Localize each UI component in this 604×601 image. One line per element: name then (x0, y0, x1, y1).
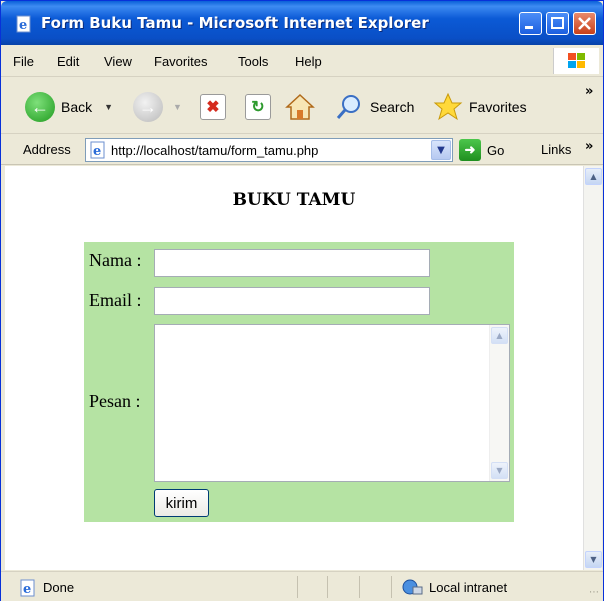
menu-file[interactable]: File (13, 54, 34, 69)
pesan-textarea[interactable]: ▲ ▼ (154, 324, 510, 482)
back-button[interactable]: ← Back ▼ (25, 92, 113, 122)
favorites-label: Favorites (469, 99, 527, 115)
pesan-label: Pesan : (89, 391, 141, 411)
address-label: Address (23, 142, 71, 157)
back-label: Back (61, 99, 93, 115)
search-button[interactable]: Search (334, 92, 414, 122)
windows-logo (553, 48, 599, 74)
back-dropdown-icon[interactable]: ▼ (104, 102, 113, 112)
go-label: Go (487, 142, 505, 158)
home-button[interactable] (285, 92, 315, 122)
menu-edit[interactable]: Edit (57, 54, 79, 69)
menu-favorites[interactable]: Favorites (154, 54, 207, 69)
local-intranet-icon (402, 579, 423, 595)
maximize-icon (551, 17, 564, 29)
links-button[interactable]: Links (541, 142, 571, 157)
page-title: BUKU TAMU (232, 190, 356, 210)
links-overflow-chevron[interactable]: » (585, 139, 593, 154)
go-arrow-icon: ➜ (459, 139, 481, 161)
close-icon (578, 17, 591, 30)
maximize-button[interactable] (546, 12, 569, 35)
status-divider (359, 576, 360, 598)
stop-icon: ✖ (200, 94, 226, 120)
pesan-scrollbar[interactable]: ▲ ▼ (489, 325, 509, 481)
nama-input[interactable] (154, 249, 430, 277)
forward-arrow-icon: → (133, 92, 163, 122)
forward-button[interactable]: → ▼ (133, 92, 182, 122)
minimize-icon (525, 26, 533, 29)
stop-button[interactable]: ✖ (200, 92, 226, 122)
search-icon (336, 95, 360, 119)
svg-text:e: e (23, 582, 31, 597)
status-divider (391, 576, 392, 598)
guestbook-form: Nama : Email : Pesan : ▲ ▼ kirim (84, 242, 514, 522)
page-viewport: BUKU TAMU Nama : Email : Pesan : ▲ ▼ kir… (5, 166, 583, 570)
email-label: Email : (89, 290, 142, 310)
status-divider (327, 576, 328, 598)
svg-text:e: e (19, 18, 27, 33)
window-title: Form Buku Tamu - Microsoft Internet Expl… (41, 14, 429, 32)
browser-window: e Form Buku Tamu - Microsoft Internet Ex… (0, 0, 604, 601)
forward-dropdown-icon[interactable]: ▼ (173, 102, 182, 112)
ie-page-icon: e (90, 141, 105, 159)
email-input[interactable] (154, 287, 430, 315)
windows-flag-icon (568, 53, 585, 68)
scroll-up-icon[interactable]: ▲ (491, 327, 508, 344)
address-dropdown-icon[interactable]: ▼ (431, 140, 451, 160)
menu-view[interactable]: View (104, 54, 132, 69)
favorites-star-icon (433, 92, 463, 121)
menu-bar: File Edit View Favorites Tools Help (1, 45, 603, 77)
menu-tools[interactable]: Tools (238, 54, 268, 69)
ie-page-icon: e (20, 579, 35, 597)
address-url: http://localhost/tamu/form_tamu.php (111, 143, 319, 158)
close-button[interactable] (573, 12, 596, 35)
address-input[interactable]: e http://localhost/tamu/form_tamu.php ▼ (85, 138, 453, 162)
title-bar[interactable]: e Form Buku Tamu - Microsoft Internet Ex… (1, 1, 603, 45)
status-divider (297, 576, 298, 598)
page-scrollbar[interactable]: ▲ ▼ (583, 166, 602, 570)
scroll-up-icon[interactable]: ▲ (585, 168, 602, 185)
refresh-icon: ↻ (245, 94, 271, 120)
nama-label: Nama : (89, 250, 142, 270)
favorites-button[interactable]: Favorites (433, 92, 527, 122)
go-button[interactable]: ➜ Go (459, 138, 504, 162)
resize-grip-icon[interactable]: ⋯ (589, 587, 599, 598)
zone-text: Local intranet (429, 580, 508, 595)
menu-help[interactable]: Help (295, 54, 322, 69)
standard-toolbar: ← Back ▼ → ▼ ✖ ↻ Search Favorites » (1, 78, 603, 134)
kirim-button[interactable]: kirim (154, 489, 209, 517)
toolbar-overflow-chevron[interactable]: » (585, 84, 593, 99)
scroll-down-icon[interactable]: ▼ (491, 462, 508, 479)
refresh-button[interactable]: ↻ (245, 92, 271, 122)
minimize-button[interactable] (519, 12, 542, 35)
svg-text:e: e (93, 144, 101, 159)
scroll-down-icon[interactable]: ▼ (585, 551, 602, 568)
status-bar: e Done Local intranet ⋯ (1, 571, 603, 601)
ie-page-icon: e (16, 15, 31, 33)
status-text: Done (43, 580, 75, 595)
home-icon (285, 93, 315, 120)
search-label: Search (370, 99, 415, 115)
back-arrow-icon: ← (25, 92, 55, 122)
address-bar: Address e http://localhost/tamu/form_tam… (1, 135, 603, 165)
